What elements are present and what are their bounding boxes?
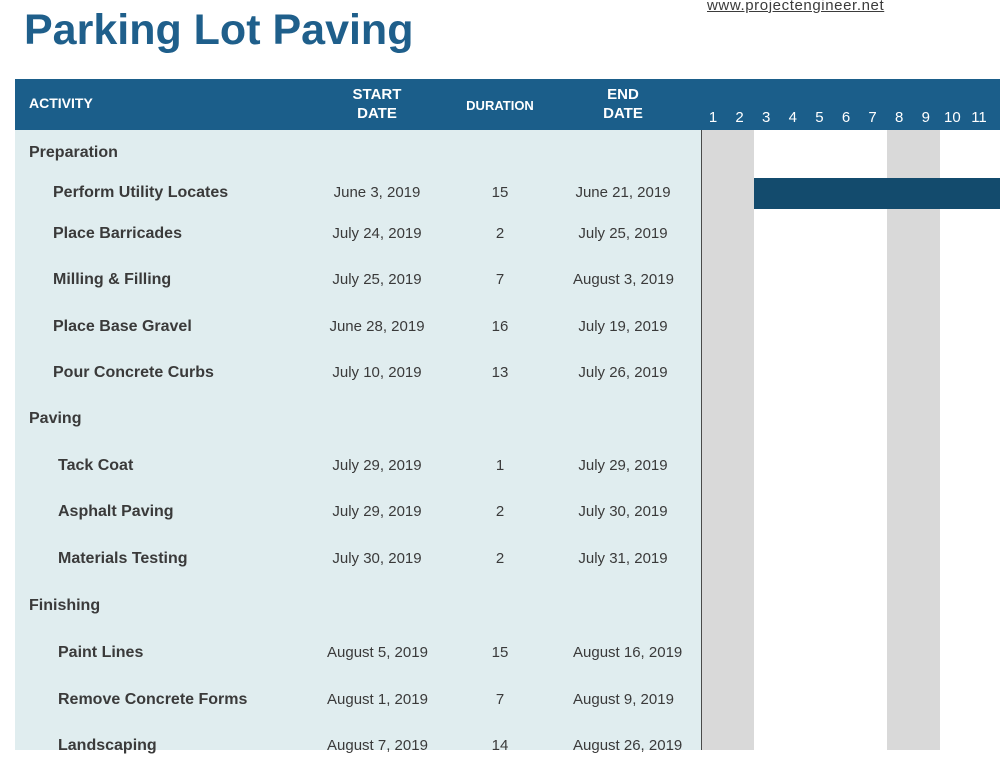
end-header-line2: DATE: [603, 105, 643, 122]
duration-cell: 15: [491, 184, 509, 201]
start-date-cell: August 7, 2019: [327, 737, 428, 754]
end-date-cell: July 19, 2019: [578, 318, 668, 335]
table-row: Paint Lines August 5, 2019 15 August 16, 20…: [15, 640, 701, 670]
end-date-cell: August 9, 2019: [573, 691, 674, 708]
end-date-cell: August 26, 2019: [573, 737, 683, 754]
start-header-line2: DATE: [357, 105, 397, 122]
duration-cell: 2: [495, 225, 505, 242]
start-date-cell: July 29, 2019: [332, 503, 422, 520]
activity-name: Perform Utility Locates: [53, 184, 229, 201]
start-date-cell: June 28, 2019: [329, 318, 425, 335]
activity-name: Paint Lines: [58, 644, 144, 661]
end-date-cell: July 30, 2019: [578, 503, 668, 520]
day-number-6: 6: [841, 109, 851, 126]
category-label: Finishing: [29, 597, 101, 614]
duration-cell: 14: [491, 737, 509, 754]
end-header-line1: END: [607, 86, 639, 103]
gantt-bar: [754, 178, 1000, 209]
start-date-cell: July 24, 2019: [332, 225, 422, 242]
start-date-cell: August 1, 2019: [327, 691, 428, 708]
duration-cell: 7: [495, 271, 505, 288]
day-number-10: 10: [944, 109, 961, 126]
activity-name: Place Base Gravel: [53, 318, 192, 335]
category-label: Paving: [29, 410, 82, 427]
end-date-cell: July 25, 2019: [578, 225, 668, 242]
table-row: Remove Concrete Forms August 1, 2019 7 Augu…: [15, 687, 701, 717]
day-number-9: 9: [921, 109, 930, 126]
duration-cell: 15: [491, 644, 509, 661]
day-number-3: 3: [762, 109, 771, 126]
start-date-cell: July 29, 2019: [332, 457, 422, 474]
activity-name: Asphalt Paving: [58, 503, 174, 520]
duration-cell: 2: [495, 550, 505, 567]
end-date-column-header: END DATE: [573, 85, 673, 123]
start-date-column-header: START DATE: [327, 85, 427, 123]
table-row: Pour Concrete Curbs July 10, 2019 13 July 2…: [15, 360, 701, 390]
end-date-cell: August 3, 2019: [573, 271, 674, 288]
category-label: Preparation: [29, 144, 118, 161]
start-header-line1: START: [352, 86, 402, 103]
activity-name: Milling & Filling: [53, 271, 172, 288]
table-row: Milling & Filling July 25, 2019 7 August 3,…: [15, 267, 701, 297]
activity-column-header: ACTIVITY: [29, 95, 93, 111]
category-row: Preparation: [15, 140, 701, 170]
day-number-5: 5: [815, 109, 824, 126]
duration-cell: 2: [495, 503, 505, 520]
category-row: Finishing: [15, 593, 701, 623]
activity-name: Place Barricades: [53, 225, 182, 242]
duration-cell: 1: [495, 457, 505, 474]
duration-cell: 13: [491, 364, 509, 381]
start-date-cell: July 25, 2019: [332, 271, 422, 288]
table-row: Place Base Gravel June 28, 2019 16 July 19,…: [15, 314, 701, 344]
activity-name: Materials Testing: [58, 550, 188, 567]
website-link[interactable]: www.projectengineer.net: [707, 0, 884, 14]
end-date-cell: July 26, 2019: [578, 364, 668, 381]
start-date-cell: June 3, 2019: [333, 184, 421, 201]
end-date-cell: June 21, 2019: [575, 184, 671, 201]
duration-cell: 7: [495, 691, 505, 708]
gantt-chart-area: [702, 130, 1000, 750]
day-number-2: 2: [735, 109, 744, 126]
table-row: Asphalt Paving July 29, 2019 2 July 30, 201…: [15, 499, 701, 529]
table-row: Perform Utility Locates June 3, 2019 15 Jun…: [15, 180, 701, 210]
activity-name: Landscaping: [58, 737, 157, 754]
start-date-cell: August 5, 2019: [327, 644, 428, 661]
activity-name: Tack Coat: [58, 457, 134, 474]
start-date-cell: July 10, 2019: [332, 364, 422, 381]
end-date-cell: August 16, 2019: [573, 644, 683, 661]
activity-name: Remove Concrete Forms: [58, 691, 248, 708]
day-number-8: 8: [895, 109, 904, 126]
start-date-cell: July 30, 2019: [332, 550, 422, 567]
duration-cell: 16: [491, 318, 509, 335]
table-row: Place Barricades July 24, 2019 2 July 25, 2…: [15, 221, 701, 251]
day-number-11: 11: [971, 109, 987, 126]
category-row: Paving: [15, 406, 701, 436]
day-number-7: 7: [868, 109, 877, 126]
end-date-cell: July 31, 2019: [578, 550, 668, 567]
activity-table: Preparation Perform Utility Locates June 3…: [15, 130, 702, 754]
schedule-header: ACTIVITY START DATE DURATION END DATE 12…: [15, 79, 1000, 130]
day-number-4: 4: [788, 109, 797, 126]
end-date-cell: July 29, 2019: [578, 457, 668, 474]
weekend-column: [887, 130, 941, 750]
activity-name: Pour Concrete Curbs: [53, 364, 214, 381]
page-title: Parking Lot Paving: [24, 6, 414, 54]
table-row: Materials Testing July 30, 2019 2 July 31, …: [15, 546, 701, 576]
day-number-1: 1: [708, 109, 718, 126]
duration-column-header: DURATION: [466, 98, 534, 113]
table-row: Landscaping August 7, 2019 14 August 26, 20…: [15, 733, 701, 763]
table-row: Tack Coat July 29, 2019 1 July 29, 2019: [15, 453, 701, 483]
weekend-column: [702, 130, 755, 750]
